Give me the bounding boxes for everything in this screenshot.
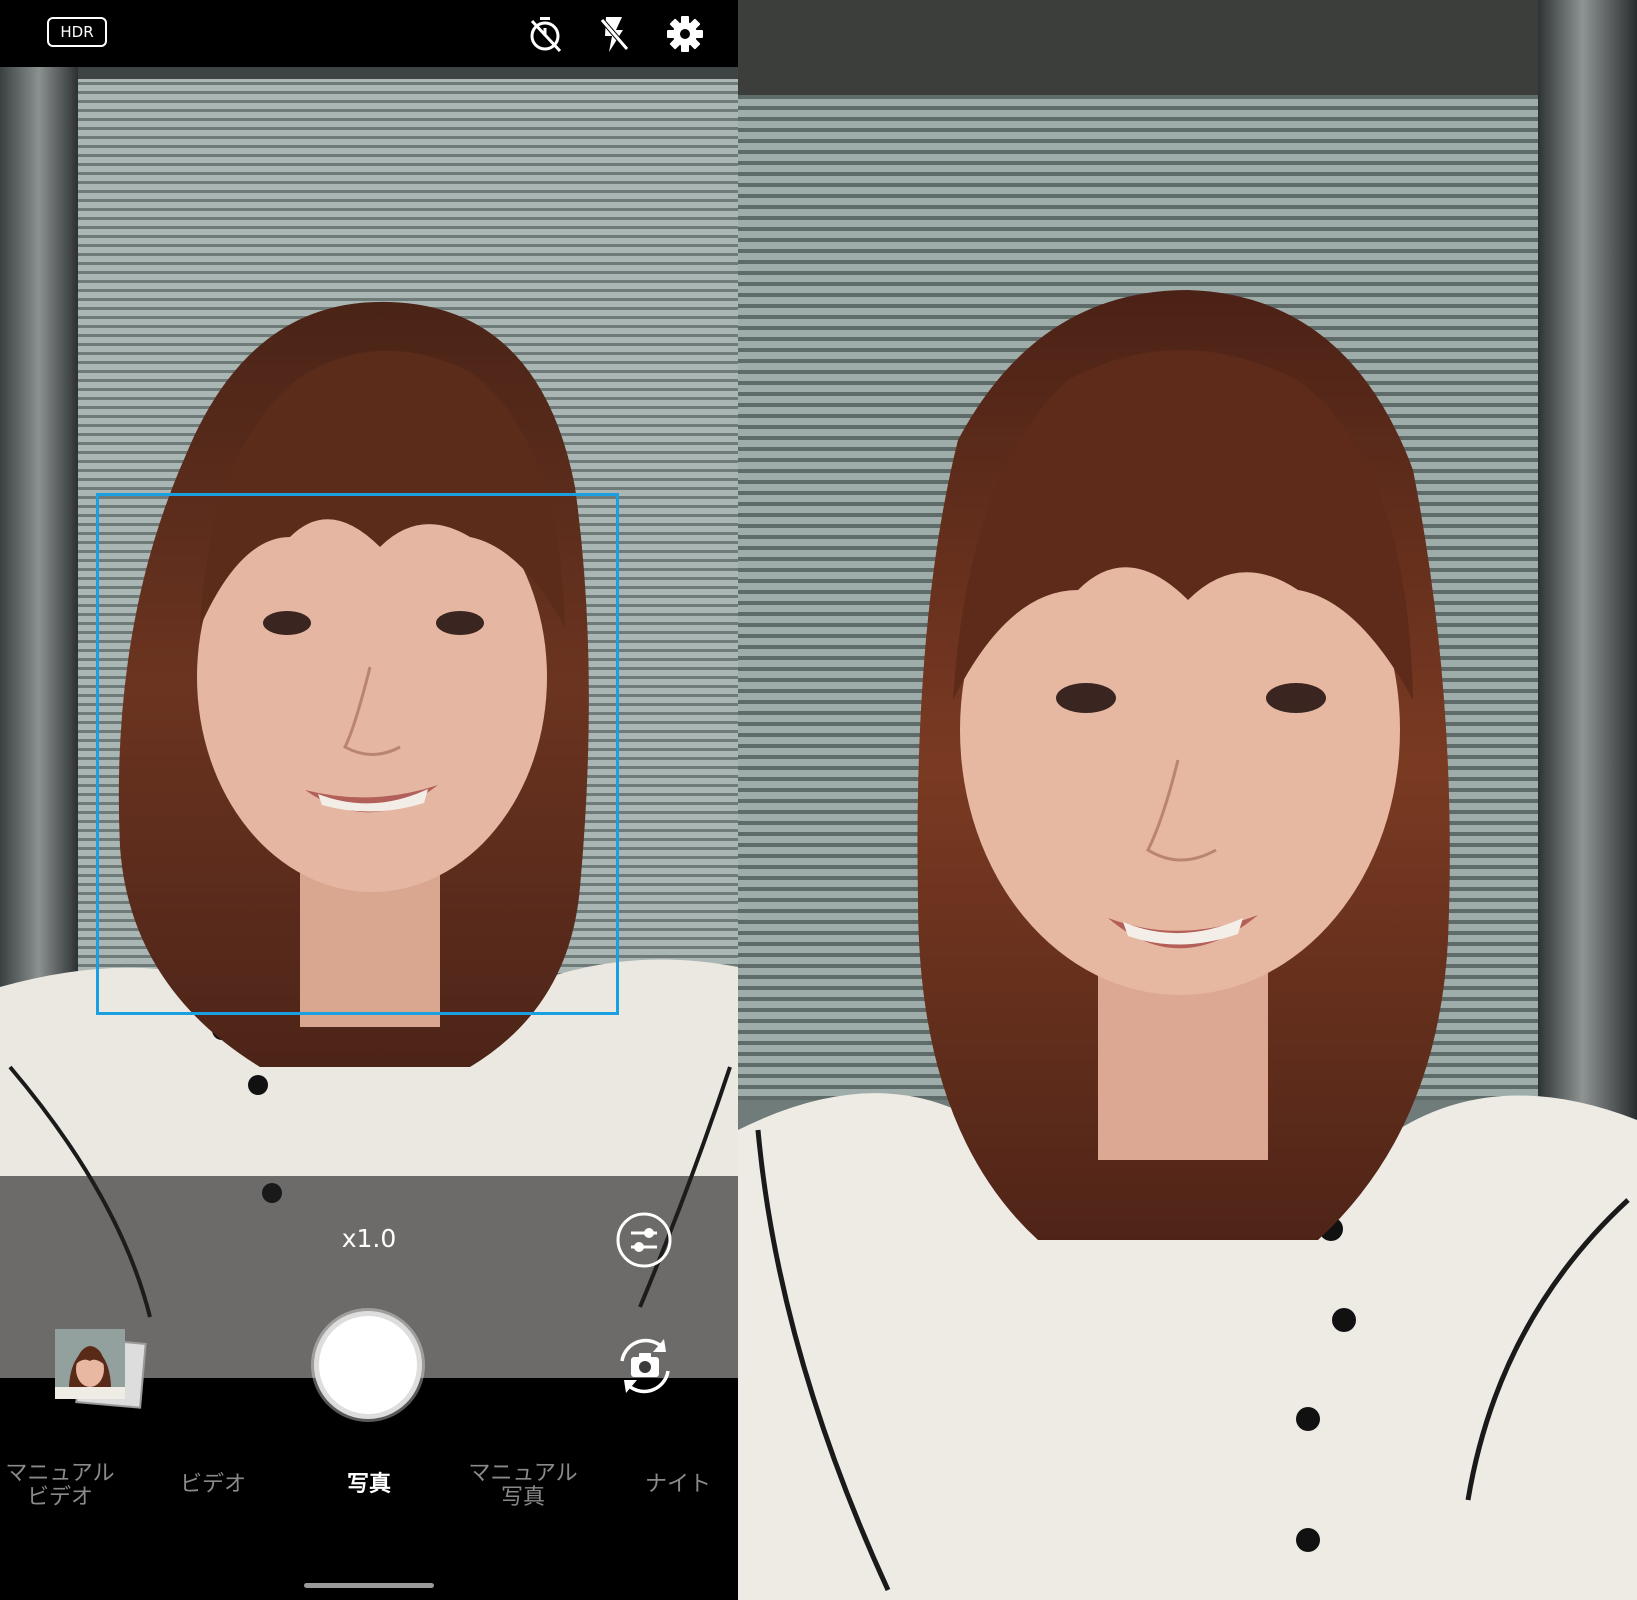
home-indicator[interactable] xyxy=(304,1583,434,1588)
timer-off-icon[interactable] xyxy=(523,12,567,56)
mode-night[interactable]: ナイト xyxy=(628,1473,728,1497)
camera-app-screen: HDR x1.0 マニュアル ビデオ ビデオ 写真 マニュアル 写真 ナイト xyxy=(0,0,738,1600)
captured-photo-scene xyxy=(738,0,1637,1600)
shutter-button[interactable] xyxy=(314,1311,422,1419)
captured-photo xyxy=(738,0,1637,1600)
mode-manual-photo[interactable]: マニュアル 写真 xyxy=(463,1462,583,1510)
mode-manual-video-line1: マニュアル xyxy=(5,1461,115,1486)
mode-night-label: ナイト xyxy=(644,1472,711,1497)
mode-photo-label: 写真 xyxy=(346,1472,391,1497)
zoom-level-button[interactable]: x1.0 xyxy=(319,1224,419,1253)
settings-gear-icon[interactable] xyxy=(663,12,707,56)
gallery-thumbnail-button[interactable] xyxy=(55,1329,147,1409)
hdr-toggle-button[interactable]: HDR xyxy=(47,17,107,47)
mode-photo[interactable]: 写真 xyxy=(319,1473,419,1497)
mode-manual-video[interactable]: マニュアル ビデオ xyxy=(0,1462,120,1510)
mode-video-label: ビデオ xyxy=(179,1472,246,1497)
camera-top-bar: HDR xyxy=(0,0,738,67)
mode-manual-photo-line1: マニュアル xyxy=(468,1461,578,1486)
face-detection-box xyxy=(96,493,619,1015)
switch-camera-icon[interactable] xyxy=(612,1333,678,1399)
camera-mode-selector: マニュアル ビデオ ビデオ 写真 マニュアル 写真 ナイト xyxy=(0,1440,738,1530)
mode-manual-video-line2: ビデオ xyxy=(26,1485,93,1510)
adjust-sliders-icon[interactable] xyxy=(615,1211,673,1269)
flash-off-icon[interactable] xyxy=(592,12,636,56)
mode-manual-photo-line2: 写真 xyxy=(500,1485,545,1510)
mode-video[interactable]: ビデオ xyxy=(163,1473,263,1497)
